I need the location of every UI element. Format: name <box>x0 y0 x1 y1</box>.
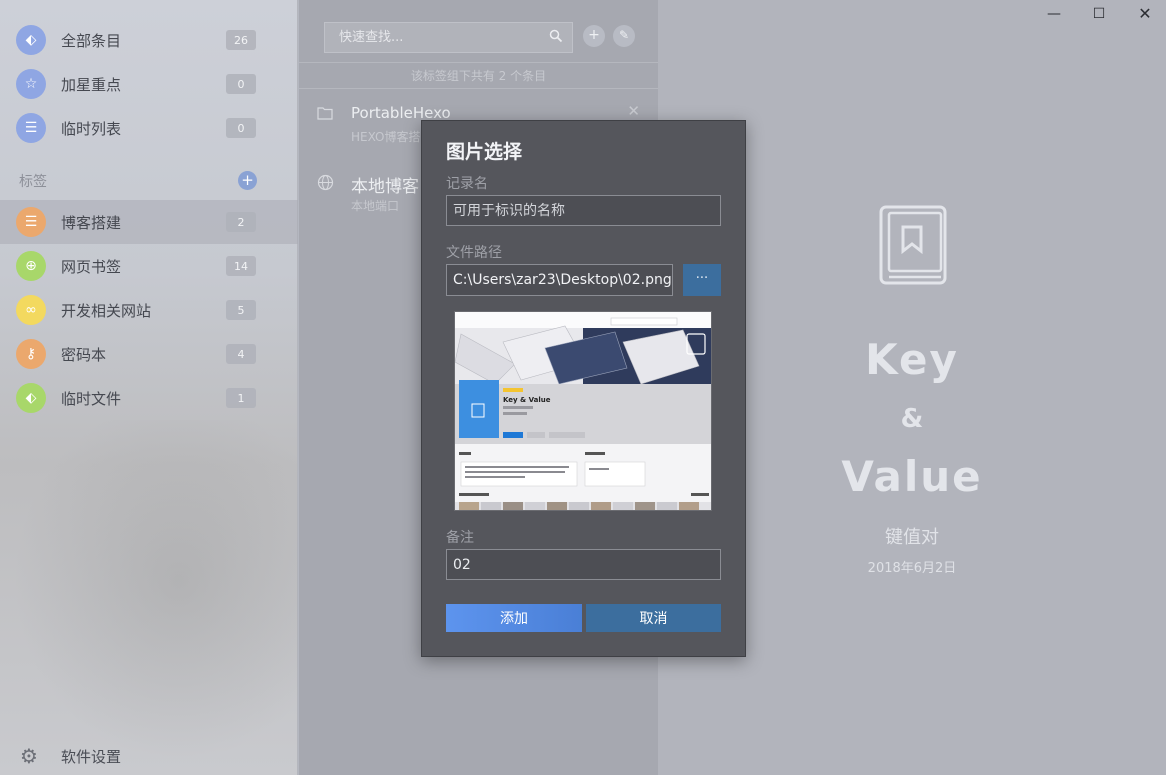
sidebar-item-tag-dev[interactable]: ∞ 开发相关网站 5 <box>0 288 298 332</box>
list-icon: ☰ <box>16 113 46 143</box>
tag-icon: ⬖ <box>16 25 46 55</box>
sidebar: ⬖ 全部条目 26 ☆ 加星重点 0 ☰ 临时列表 0 标签 + ☰ 博客搭建 … <box>0 0 298 775</box>
count-badge: 0 <box>226 74 256 94</box>
sidebar-item-all[interactable]: ⬖ 全部条目 26 <box>0 18 298 62</box>
globe-icon: ⊕ <box>16 251 46 281</box>
key-icon: ⚷ <box>16 339 46 369</box>
sidebar-item-label: 密码本 <box>61 345 107 364</box>
search-input[interactable] <box>325 23 535 52</box>
sidebar-item-tag-passwords[interactable]: ⚷ 密码本 4 <box>0 332 298 376</box>
tag-icon: ⬖ <box>16 383 46 413</box>
close-icon[interactable]: ✕ <box>627 102 640 120</box>
entry-count-summary: 该标签组下共有 2 个条目 <box>299 62 658 89</box>
star-icon: ☆ <box>16 69 46 99</box>
book-logo-icon <box>879 205 947 285</box>
sidebar-item-label: 开发相关网站 <box>61 301 152 320</box>
gear-icon: ⚙ <box>20 744 38 768</box>
search-box <box>324 22 573 53</box>
sidebar-item-label: 网页书签 <box>61 257 122 276</box>
sidebar-item-starred[interactable]: ☆ 加星重点 0 <box>0 62 298 106</box>
count-badge: 26 <box>226 30 256 50</box>
folder-icon <box>317 105 333 125</box>
add-tag-button[interactable]: + <box>238 171 257 190</box>
add-button[interactable]: 添加 <box>446 604 582 632</box>
globe-icon <box>317 174 334 196</box>
browse-button[interactable]: ··· <box>683 264 721 296</box>
minimize-icon[interactable]: — <box>1044 4 1064 24</box>
count-badge: 4 <box>226 344 256 364</box>
count-badge: 1 <box>226 388 256 408</box>
entry-subtitle: HEXO博客搭 <box>351 130 421 144</box>
close-window-icon[interactable]: ✕ <box>1135 4 1155 24</box>
maximize-icon[interactable]: ☐ <box>1089 4 1109 24</box>
note-field[interactable] <box>446 549 721 580</box>
count-badge: 5 <box>226 300 256 320</box>
link-icon: ∞ <box>16 295 46 325</box>
sidebar-item-label: 全部条目 <box>61 31 122 50</box>
dialog-title: 图片选择 <box>446 141 523 163</box>
entry-subtitle: 本地端口 <box>351 199 400 213</box>
sidebar-item-temp-list[interactable]: ☰ 临时列表 0 <box>0 106 298 150</box>
sidebar-item-tag-bookmarks[interactable]: ⊕ 网页书签 14 <box>0 244 298 288</box>
cancel-button[interactable]: 取消 <box>586 604 721 632</box>
entry-title: 本地博客 <box>351 177 419 197</box>
add-entry-button[interactable]: + <box>583 25 605 47</box>
list-icon: ☰ <box>16 207 46 237</box>
sidebar-item-label: 临时文件 <box>61 389 122 408</box>
search-icon[interactable] <box>549 29 563 43</box>
name-label: 记录名 <box>446 176 488 192</box>
sidebar-item-label: 临时列表 <box>61 119 122 138</box>
name-field[interactable] <box>446 195 721 226</box>
preview-app-title: Key & Value <box>503 396 551 404</box>
sidebar-item-label: 博客搭建 <box>61 213 122 232</box>
count-badge: 2 <box>226 212 256 232</box>
sidebar-item-label: 加星重点 <box>61 75 122 94</box>
count-badge: 0 <box>226 118 256 138</box>
wrench-icon[interactable]: ✎ <box>613 25 635 47</box>
sidebar-item-tag-temp-files[interactable]: ⬖ 临时文件 1 <box>0 376 298 420</box>
path-label: 文件路径 <box>446 245 502 261</box>
note-label: 备注 <box>446 530 474 546</box>
image-select-dialog: 图片选择 记录名 文件路径 ··· Key & Value <box>421 120 746 657</box>
image-preview: Key & Value <box>454 311 712 511</box>
tags-section-label: 标签 <box>19 174 47 190</box>
settings-label: 软件设置 <box>61 747 122 766</box>
file-path-field[interactable] <box>446 264 673 296</box>
sidebar-item-tag-blog[interactable]: ☰ 博客搭建 2 <box>0 200 298 244</box>
count-badge: 14 <box>226 256 256 276</box>
settings-button[interactable]: ⚙ 软件设置 <box>0 738 298 774</box>
